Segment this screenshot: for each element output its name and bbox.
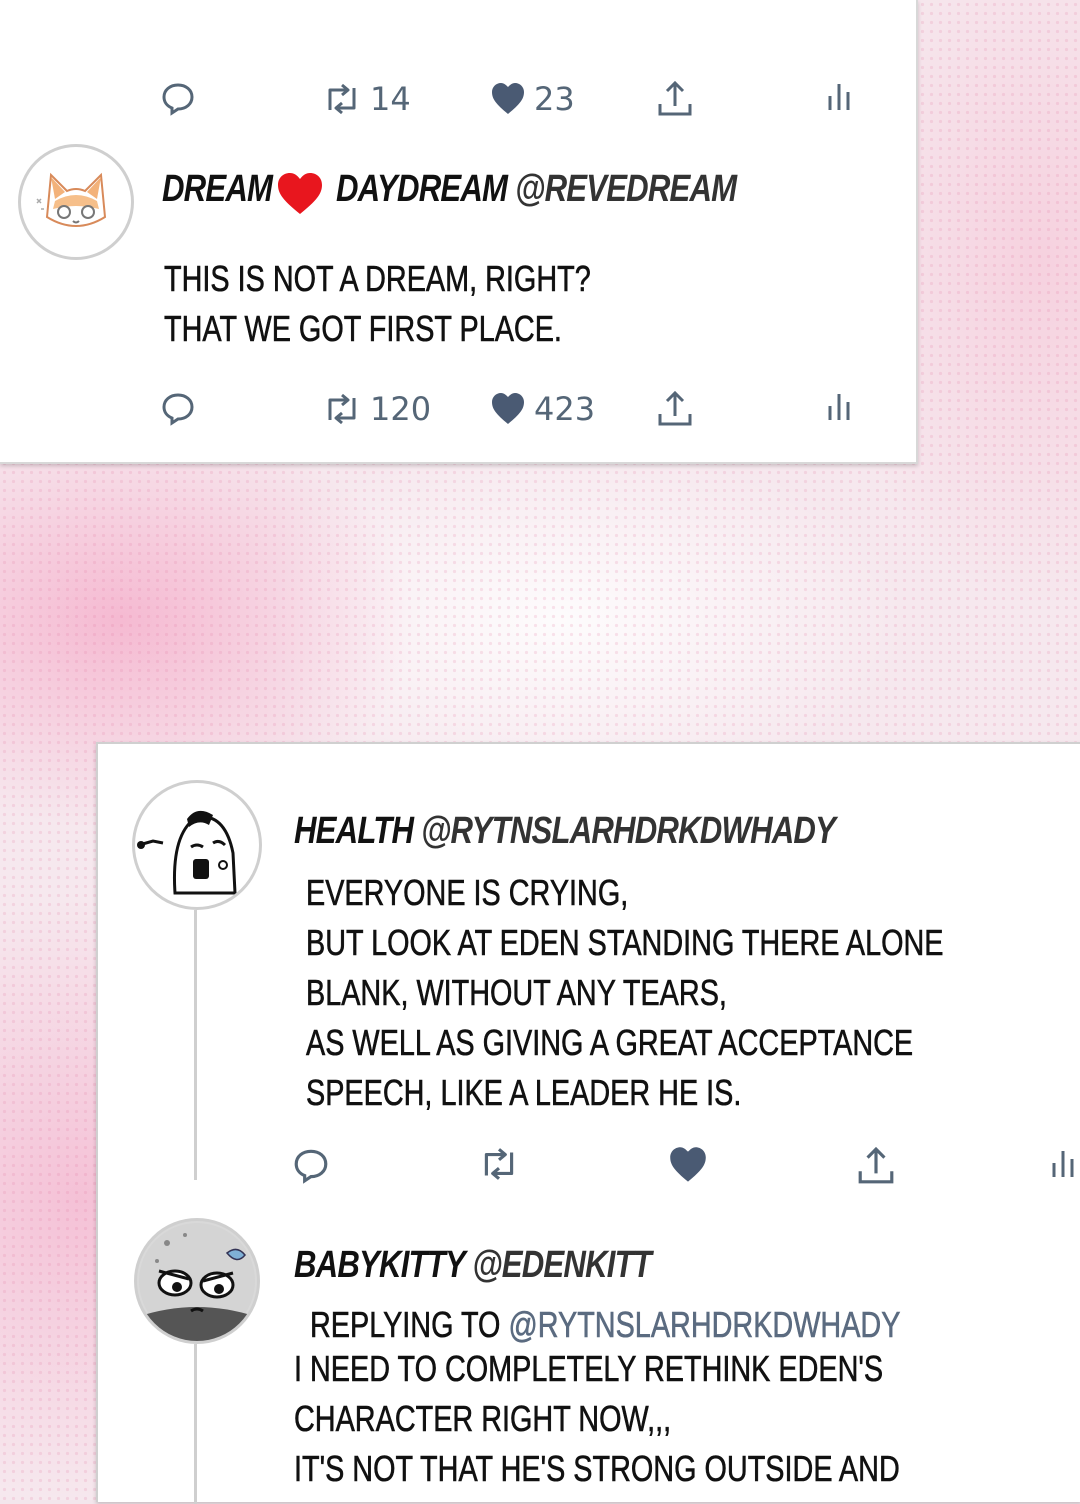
like-button[interactable] bbox=[668, 1146, 708, 1184]
tweet1-author: DREAM DAYDREAM @REVEDREAM bbox=[162, 168, 782, 218]
avatar-babykitty[interactable] bbox=[134, 1218, 260, 1344]
cat-face-icon bbox=[24, 150, 128, 254]
tweet-card-top: 14 23 DREAM DAYDREAM @REVEDREAM THIS IS … bbox=[0, 0, 918, 464]
tweet1-actions: 120 423 bbox=[0, 390, 916, 440]
reply-button[interactable] bbox=[160, 390, 196, 426]
retweet-count: 120 bbox=[370, 390, 432, 428]
like-button[interactable]: 423 bbox=[490, 390, 595, 428]
retweet-icon bbox=[328, 83, 356, 115]
display-name-health: HEALTH bbox=[294, 810, 414, 852]
tweet2-line-2: BUT LOOK AT EDEN STANDING THERE ALONE bbox=[306, 922, 944, 964]
reply-button[interactable] bbox=[160, 80, 196, 116]
tweet3-line-1: I NEED TO COMPLETELY RETHINK EDEN'S bbox=[294, 1348, 884, 1390]
share-button[interactable] bbox=[656, 390, 694, 428]
analytics-icon bbox=[828, 394, 850, 420]
retweet-count: 14 bbox=[370, 80, 411, 118]
replying-to-line: REPLYING TO @RYTNSLARHDRKDWHADY bbox=[310, 1300, 901, 1350]
analytics-button[interactable] bbox=[826, 80, 852, 112]
tweet1-handle: @REVEDREAM bbox=[515, 168, 737, 210]
display-name-left: DREAM bbox=[162, 168, 273, 210]
tweet3-line-2: CHARACTER RIGHT NOW,,, bbox=[294, 1398, 672, 1440]
thread-connector-lower bbox=[194, 1344, 197, 1504]
thread-connector bbox=[194, 910, 197, 1180]
retweet-button[interactable]: 14 bbox=[322, 80, 411, 118]
tweet1-line-1: THIS IS NOT A DREAM, RIGHT? bbox=[164, 258, 591, 300]
share-icon bbox=[658, 390, 692, 426]
like-count: 423 bbox=[534, 390, 596, 428]
reply-icon bbox=[162, 393, 194, 426]
reply-icon bbox=[294, 1149, 328, 1184]
tweet2-author: HEALTH @RYTNSLARHDRKDWHADY bbox=[294, 810, 974, 860]
share-icon bbox=[858, 1146, 894, 1184]
replying-to-label: REPLYING TO bbox=[310, 1304, 501, 1346]
display-name-daydream: DAYDREAM bbox=[336, 168, 508, 210]
tweet2-actions bbox=[98, 1146, 1080, 1196]
tweet1-text: THIS IS NOT A DREAM, RIGHT? THAT WE GOT … bbox=[164, 254, 591, 354]
tweet2-line-1: EVERYONE IS CRYING, bbox=[306, 872, 629, 914]
tweet-actions-top: 14 23 bbox=[0, 80, 916, 130]
retweet-icon bbox=[484, 1148, 514, 1180]
crying-character-icon bbox=[137, 785, 257, 905]
retweet-button[interactable] bbox=[478, 1146, 520, 1182]
display-name-right: DAYDREAM @REVEDREAM bbox=[336, 168, 737, 211]
analytics-icon bbox=[828, 84, 850, 110]
share-button[interactable] bbox=[656, 80, 694, 118]
tweet2-text: EVERYONE IS CRYING, BUT LOOK AT EDEN STA… bbox=[306, 868, 944, 1118]
share-icon bbox=[658, 80, 692, 116]
tweet3-author: BABYKITTY @EDENKITT bbox=[294, 1244, 794, 1294]
tweet-card-bottom: HEALTH @RYTNSLARHDRKDWHADY EVERYONE IS C… bbox=[96, 742, 1080, 1504]
tweet1-line-2: THAT WE GOT FIRST PLACE. bbox=[164, 308, 562, 350]
like-button[interactable]: 23 bbox=[490, 80, 575, 118]
tweet2-handle: @RYTNSLARHDRKDWHADY bbox=[420, 810, 836, 852]
reply-button[interactable] bbox=[292, 1146, 330, 1184]
heart-icon bbox=[492, 393, 524, 424]
analytics-button[interactable] bbox=[826, 390, 852, 422]
tweet2-line-3: BLANK, WITHOUT ANY TEARS, bbox=[306, 972, 727, 1014]
red-heart-icon bbox=[278, 173, 322, 214]
tweet3-line-3: IT'S NOT THAT HE'S STRONG OUTSIDE AND bbox=[294, 1448, 900, 1490]
share-button[interactable] bbox=[856, 1146, 896, 1186]
retweet-button[interactable]: 120 bbox=[322, 390, 431, 428]
heart-icon bbox=[670, 1147, 706, 1182]
replying-to-handle[interactable]: @RYTNSLARHDRKDWHADY bbox=[508, 1304, 900, 1346]
display-name-babykitty: BABYKITTY bbox=[294, 1244, 465, 1286]
avatar-cat[interactable] bbox=[18, 144, 134, 260]
retweet-icon bbox=[328, 393, 356, 425]
tweet2-display-name: HEALTH @RYTNSLARHDRKDWHADY bbox=[294, 810, 836, 853]
tweet2-line-5: SPEECH, LIKE A LEADER HE IS. bbox=[306, 1072, 742, 1114]
tweet3-text: I NEED TO COMPLETELY RETHINK EDEN'S CHAR… bbox=[294, 1344, 900, 1494]
tweet3-display-name: BABYKITTY @EDENKITT bbox=[294, 1244, 652, 1287]
grumpy-character-icon bbox=[137, 1223, 257, 1341]
tweet2-line-4: AS WELL AS GIVING A GREAT ACCEPTANCE bbox=[306, 1022, 914, 1064]
like-count: 23 bbox=[534, 80, 575, 118]
analytics-icon bbox=[1052, 1151, 1074, 1177]
reply-icon bbox=[162, 83, 194, 116]
tweet3-handle: @EDENKITT bbox=[472, 1244, 652, 1286]
heart-icon bbox=[492, 83, 524, 114]
avatar-health[interactable] bbox=[132, 780, 262, 910]
analytics-button[interactable] bbox=[1050, 1146, 1076, 1180]
